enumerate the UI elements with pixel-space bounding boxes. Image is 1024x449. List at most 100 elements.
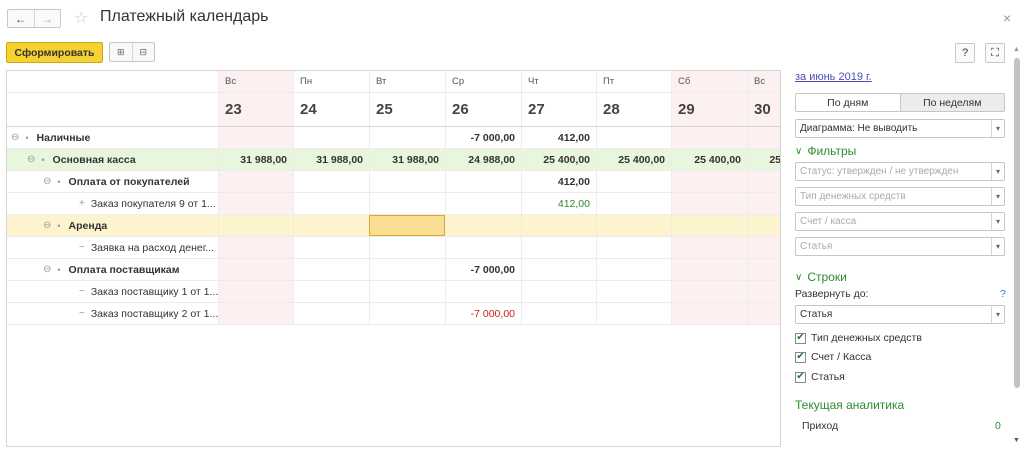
scroll-down-icon[interactable]: ▼ <box>1013 437 1020 444</box>
amount-cell[interactable] <box>218 237 293 258</box>
amount-cell[interactable]: 25 400,00 <box>596 149 671 170</box>
by-days-toggle[interactable]: По дням <box>796 94 900 111</box>
amount-cell[interactable] <box>747 215 780 236</box>
amount-cell[interactable] <box>521 215 596 236</box>
table-row[interactable]: + Заказ покупателя 9 от 1... 412,00 <box>7 193 780 215</box>
amount-cell[interactable] <box>293 193 369 214</box>
amount-cell[interactable] <box>369 281 445 302</box>
amount-cell[interactable] <box>671 303 747 324</box>
amount-cell[interactable] <box>521 259 596 280</box>
amount-cell[interactable] <box>596 171 671 192</box>
diagram-select[interactable]: Диаграмма: Не выводить ▾ <box>795 119 1005 138</box>
dropdown-arrow-icon[interactable]: ▾ <box>991 306 1004 323</box>
filter-status-field[interactable]: Статус: утвержден / не утвержден ▾ <box>795 162 1005 181</box>
amount-cell[interactable] <box>293 303 369 324</box>
checkbox-checked-icon[interactable]: ✔ <box>795 371 806 383</box>
amount-cell[interactable] <box>293 215 369 236</box>
amount-cell[interactable] <box>747 127 780 148</box>
amount-cell[interactable] <box>596 237 671 258</box>
amount-cell[interactable] <box>671 237 747 258</box>
filters-section-header[interactable]: ∨ Фильтры <box>795 144 856 158</box>
amount-cell[interactable] <box>445 237 521 258</box>
account-checkbox-row[interactable]: ✔ Счет / Касса <box>795 351 871 363</box>
expense-minus-icon[interactable]: − <box>79 242 85 253</box>
amount-cell[interactable] <box>671 259 747 280</box>
dropdown-arrow-icon[interactable]: ▾ <box>991 188 1004 205</box>
amount-cell[interactable] <box>369 237 445 258</box>
amount-cell[interactable] <box>521 237 596 258</box>
favorite-star-icon[interactable]: ☆ <box>74 8 88 28</box>
vertical-scrollbar[interactable]: ▲ ▼ <box>1013 46 1021 444</box>
amount-cell[interactable] <box>293 281 369 302</box>
amount-cell[interactable] <box>596 127 671 148</box>
filter-article-field[interactable]: Статья ▾ <box>795 237 1005 256</box>
amount-cell[interactable] <box>671 127 747 148</box>
amount-cell[interactable] <box>747 259 780 280</box>
collapse-icon[interactable]: ⊖ <box>11 132 19 143</box>
help-button[interactable]: ? <box>955 43 975 63</box>
amount-cell[interactable] <box>218 215 293 236</box>
amount-cell[interactable] <box>445 215 521 236</box>
amount-cell[interactable] <box>293 237 369 258</box>
expense-minus-icon[interactable]: − <box>79 286 85 297</box>
amount-cell[interactable]: 31 988,00 <box>218 149 293 170</box>
table-row[interactable]: ⊖ • Оплата поставщикам -7 000,00 <box>7 259 780 281</box>
amount-cell[interactable] <box>747 281 780 302</box>
filter-money-type-field[interactable]: Тип денежных средств ▾ <box>795 187 1005 206</box>
expense-minus-icon[interactable]: − <box>79 308 85 319</box>
forward-icon[interactable]: → <box>33 10 61 27</box>
amount-cell[interactable] <box>596 303 671 324</box>
amount-cell[interactable] <box>671 193 747 214</box>
filter-account-field[interactable]: Счет / касса ▾ <box>795 212 1005 231</box>
rows-section-header[interactable]: ∨ Строки <box>795 270 847 284</box>
amount-cell[interactable] <box>369 171 445 192</box>
amount-cell[interactable] <box>596 215 671 236</box>
income-plus-icon[interactable]: + <box>79 198 85 209</box>
checkbox-checked-icon[interactable]: ✔ <box>795 332 806 344</box>
amount-cell[interactable]: 31 988,00 <box>293 149 369 170</box>
amount-cell[interactable] <box>747 193 780 214</box>
amount-cell[interactable] <box>369 259 445 280</box>
amount-cell[interactable] <box>369 215 445 236</box>
expand-to-select[interactable]: Статья ▾ <box>795 305 1005 324</box>
amount-cell[interactable]: -7 000,00 <box>445 127 521 148</box>
collapse-icon[interactable]: ⊖ <box>43 176 51 187</box>
amount-cell[interactable] <box>521 281 596 302</box>
amount-cell[interactable] <box>445 281 521 302</box>
date-header-cell[interactable]: 28 <box>596 93 671 126</box>
amount-cell[interactable] <box>369 303 445 324</box>
amount-cell[interactable] <box>369 127 445 148</box>
amount-cell[interactable] <box>218 303 293 324</box>
period-link[interactable]: за июнь 2019 г. <box>795 71 872 83</box>
amount-cell[interactable]: 412,00 <box>521 171 596 192</box>
amount-cell[interactable]: -7 000,00 <box>445 259 521 280</box>
amount-cell[interactable] <box>747 171 780 192</box>
amount-cell[interactable] <box>596 193 671 214</box>
date-header-cell[interactable]: 25 <box>369 93 445 126</box>
amount-cell[interactable] <box>747 303 780 324</box>
dropdown-arrow-icon[interactable]: ▾ <box>991 163 1004 180</box>
amount-cell[interactable]: 25 <box>747 149 780 170</box>
collapse-icon[interactable]: ⊖ <box>43 264 51 275</box>
amount-cell[interactable] <box>521 303 596 324</box>
amount-cell[interactable]: 25 400,00 <box>671 149 747 170</box>
date-header-cell[interactable]: 26 <box>445 93 521 126</box>
amount-cell[interactable]: -7 000,00 <box>445 303 521 324</box>
amount-cell[interactable] <box>596 259 671 280</box>
amount-cell[interactable] <box>218 281 293 302</box>
amount-cell[interactable] <box>293 259 369 280</box>
amount-cell[interactable]: 412,00 <box>521 193 596 214</box>
amount-cell[interactable] <box>671 281 747 302</box>
table-row[interactable]: ⊖ • Наличные -7 000,00 412,00 <box>7 127 780 149</box>
amount-cell[interactable] <box>218 171 293 192</box>
collapse-icon[interactable]: ⊖ <box>43 220 51 231</box>
date-header-cell[interactable]: 23 <box>218 93 293 126</box>
date-header-cell[interactable]: 29 <box>671 93 747 126</box>
amount-cell[interactable] <box>671 215 747 236</box>
amount-cell[interactable]: 25 400,00 <box>521 149 596 170</box>
table-row[interactable]: − Заказ поставщику 2 от 1... -7 000,00 <box>7 303 780 325</box>
scrollbar-thumb[interactable] <box>1014 58 1020 388</box>
dropdown-arrow-icon[interactable]: ▾ <box>991 238 1004 255</box>
table-row[interactable]: − Заявка на расход денег... <box>7 237 780 259</box>
date-header-cell[interactable]: 27 <box>521 93 596 126</box>
